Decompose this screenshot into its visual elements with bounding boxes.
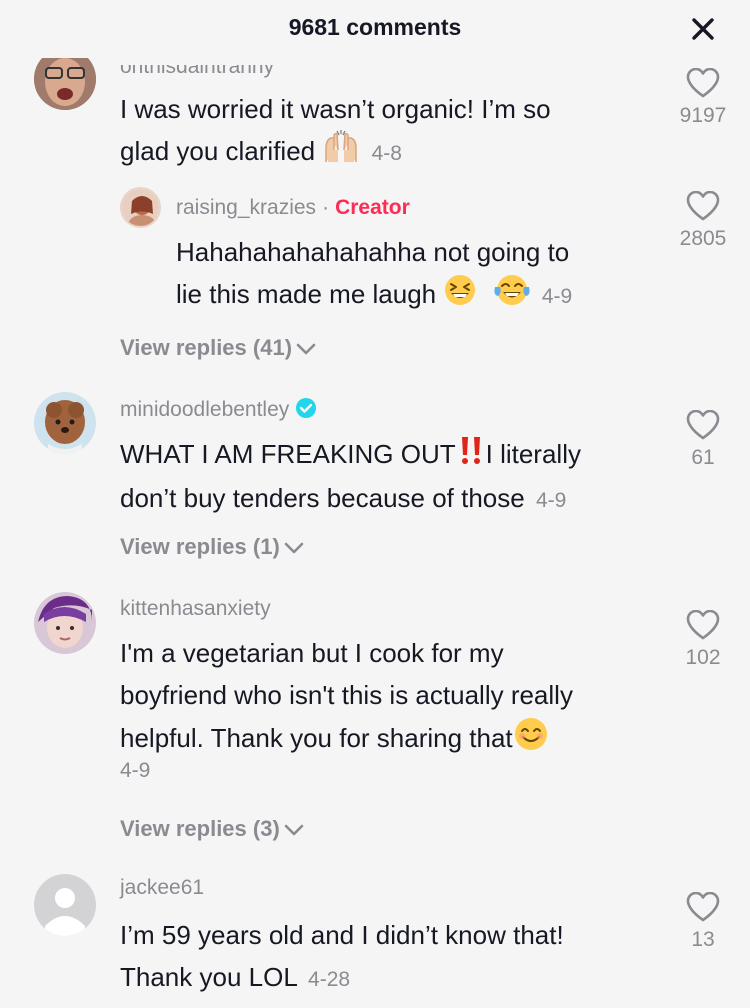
heart-icon bbox=[686, 610, 720, 640]
verified-badge-icon bbox=[295, 397, 317, 425]
like-count: 2805 bbox=[679, 227, 727, 250]
grinning-squinting-emoji bbox=[443, 273, 477, 319]
view-replies-button[interactable]: View replies (3) bbox=[120, 816, 304, 842]
comment-username[interactable]: kittenhasanxiety bbox=[120, 597, 271, 621]
comment-line-text: Thank you LOL bbox=[120, 962, 297, 992]
chevron-down-icon bbox=[284, 824, 304, 836]
comment-line: Thank you LOL 4-28 bbox=[120, 956, 564, 1001]
reply-date: 4-9 bbox=[541, 285, 573, 308]
like-button[interactable]: 61 bbox=[673, 410, 733, 470]
view-replies-label: View replies (3) bbox=[120, 816, 280, 841]
comments-title: 9681 comments bbox=[0, 14, 750, 41]
heart-icon bbox=[686, 191, 720, 221]
comment-line: I'm a vegetarian but I cook for my bbox=[120, 638, 504, 668]
avatar[interactable] bbox=[34, 392, 96, 454]
reply-username-row: raising_krazies · Creator bbox=[176, 196, 410, 220]
comment-text: I’m 59 years old and I didn’t know that!… bbox=[120, 914, 564, 1001]
heart-icon bbox=[686, 892, 720, 922]
reply-line-text: lie this made me laugh bbox=[176, 279, 437, 309]
smiling-face-emoji bbox=[513, 716, 549, 764]
comment-list[interactable]: onthisdaintranny I was worried it wasn’t… bbox=[0, 58, 750, 1008]
chevron-down-icon bbox=[296, 343, 316, 355]
like-button[interactable]: 13 bbox=[673, 892, 733, 952]
comment-date: 4-9 bbox=[535, 489, 567, 513]
comment-line: I was worried it wasn’t organic! I’m so bbox=[120, 94, 551, 124]
heart-icon bbox=[686, 68, 720, 98]
creator-badge: Creator bbox=[335, 196, 410, 219]
comment-date: 4-28 bbox=[308, 968, 351, 991]
comment-line: boyfriend who isn't this is actually rea… bbox=[120, 680, 573, 710]
like-count: 61 bbox=[691, 446, 715, 469]
comment-username[interactable]: jackee61 bbox=[120, 876, 204, 900]
comment-text: I was worried it wasn’t organic! I’m so … bbox=[120, 88, 551, 176]
view-replies-button[interactable]: View replies (1) bbox=[120, 534, 304, 560]
comment-line: I’m 59 years old and I didn’t know that! bbox=[120, 920, 564, 950]
comment-line-text: WHAT I AM FREAKING OUT bbox=[120, 439, 456, 469]
like-count: 9197 bbox=[679, 104, 727, 127]
view-replies-label: View replies (1) bbox=[120, 534, 280, 559]
comment-line-text: helpful. Thank you for sharing that bbox=[120, 722, 513, 753]
tears-of-joy-emoji bbox=[493, 273, 531, 319]
like-count: 13 bbox=[691, 928, 715, 951]
comment-text: WHAT I AM FREAKING OUT I literally don’t… bbox=[120, 433, 581, 522]
comment-username[interactable]: minidoodlebentley bbox=[120, 398, 289, 421]
close-icon bbox=[692, 18, 714, 40]
comments-header: 9681 comments bbox=[0, 0, 750, 58]
separator-dot: · bbox=[322, 196, 330, 219]
chevron-down-icon bbox=[284, 542, 304, 554]
raising-hands-emoji bbox=[322, 130, 360, 176]
avatar[interactable] bbox=[34, 592, 96, 654]
heart-icon bbox=[686, 410, 720, 440]
reply-username[interactable]: raising_krazies bbox=[176, 196, 316, 219]
view-replies-label: View replies (41) bbox=[120, 335, 293, 360]
avatar[interactable] bbox=[120, 187, 161, 228]
comment-line: WHAT I AM FREAKING OUT I literally bbox=[120, 433, 581, 477]
comment-line: glad you clarified 4-8 bbox=[120, 130, 551, 176]
comment-line-text: I literally bbox=[485, 439, 581, 469]
avatar[interactable] bbox=[34, 874, 96, 936]
comment-count: 9681 bbox=[288, 14, 340, 40]
comment-username-row: minidoodlebentley bbox=[120, 397, 317, 425]
reply-text: Hahahahahahahahha not going to lie this … bbox=[176, 231, 572, 319]
comment-username[interactable]: onthisdaintranny bbox=[120, 65, 274, 79]
comment-date: 4-8 bbox=[371, 142, 402, 165]
comments-label: comments bbox=[346, 14, 462, 40]
comment-date: 4-9 bbox=[120, 759, 151, 782]
double-exclamation-emoji bbox=[456, 435, 486, 477]
comment-line-text: glad you clarified bbox=[120, 136, 316, 166]
reply-line: Hahahahahahahahha not going to bbox=[176, 237, 570, 267]
like-button[interactable]: 9197 bbox=[673, 68, 733, 128]
like-button[interactable]: 102 bbox=[673, 610, 733, 670]
avatar[interactable] bbox=[34, 58, 96, 110]
like-count: 102 bbox=[685, 646, 721, 669]
reply-line: lie this made me laugh 4-9 bbox=[176, 273, 572, 319]
close-button[interactable] bbox=[688, 14, 718, 44]
comment-line: helpful. Thank you for sharing that bbox=[120, 716, 573, 764]
comment-line-text: don’t buy tenders because of those bbox=[120, 483, 525, 514]
comment-line: don’t buy tenders because of those 4-9 bbox=[120, 477, 581, 522]
reply-like-button[interactable]: 2805 bbox=[673, 191, 733, 251]
comment-text: I'm a vegetarian but I cook for my boyfr… bbox=[120, 632, 573, 764]
view-replies-button[interactable]: View replies (41) bbox=[120, 335, 316, 361]
